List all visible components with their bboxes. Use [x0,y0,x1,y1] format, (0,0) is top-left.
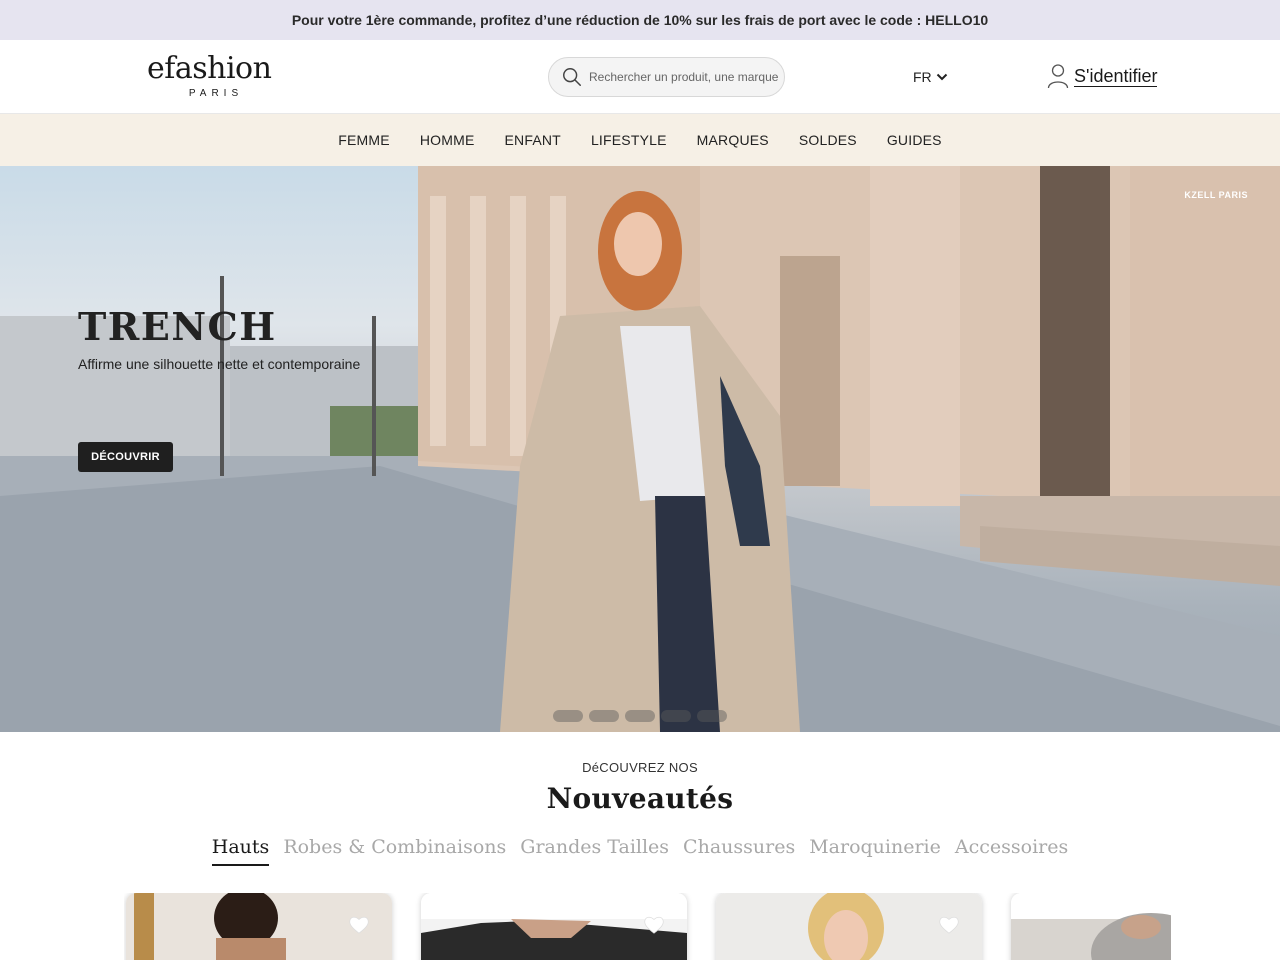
carousel-dot[interactable] [697,710,727,722]
carousel-dot[interactable] [661,710,691,722]
discover-button[interactable]: DÉCOUVRIR [78,442,173,472]
nav-item-femme[interactable]: FEMME [338,132,390,148]
product-card[interactable] [126,893,392,960]
carousel-dot[interactable] [589,710,619,722]
carousel-dots [553,710,733,722]
logo-subtitle: PARIS [188,88,244,99]
nav-item-guides[interactable]: GUIDES [887,132,942,148]
promo-text: Pour votre 1ère commande, profitez d’une… [291,12,989,28]
heart-icon[interactable] [643,915,665,935]
tab-grandes-tailles[interactable]: Grandes Tailles [520,836,669,866]
search-input[interactable] [589,70,779,84]
site-header: efashion PARIS FR S'identifier [0,40,1280,114]
product-card[interactable] [1011,893,1171,960]
tab-chaussures[interactable]: Chaussures [683,836,795,866]
nav-item-homme[interactable]: HOMME [420,132,475,148]
heart-icon[interactable] [938,915,960,935]
hero-image [0,166,1280,732]
chevron-down-icon [936,73,947,81]
nav-item-soldes[interactable]: SOLDES [799,132,857,148]
carousel-dot[interactable] [625,710,655,722]
product-image [1011,893,1171,960]
signin-label: S'identifier [1074,65,1158,87]
tab-hauts[interactable]: Hauts [211,836,270,866]
hero-title: TRENCH [78,304,277,349]
main-nav: FEMME HOMME ENFANT LIFESTYLE MARQUES SOL… [0,114,1280,166]
language-selector[interactable]: FR [913,67,948,87]
tab-robes-combinaisons[interactable]: Robes & Combinaisons [283,836,506,866]
signin-link[interactable]: S'identifier [1047,63,1158,89]
search-bar[interactable] [548,57,785,97]
search-icon[interactable] [561,66,583,88]
hero-banner[interactable]: KZELL PARIS TRENCH Affirme une silhouett… [0,166,1280,732]
category-tabs: Hauts Robes & Combinaisons Grandes Taill… [0,836,1280,866]
nav-item-marques[interactable]: MARQUES [697,132,769,148]
promo-banner: Pour votre 1ère commande, profitez d’une… [0,0,1280,40]
logo-wordmark: efashion [147,51,272,86]
tab-accessoires[interactable]: Accessoires [955,836,1068,866]
hero-brand-label: KZELL PARIS [1184,190,1248,200]
tab-maroquinerie[interactable]: Maroquinerie [809,836,941,866]
carousel-dot[interactable] [553,710,583,722]
language-label: FR [913,69,932,85]
user-icon [1047,64,1069,89]
site-logo[interactable]: efashion PARIS [147,52,279,102]
section-title: Nouveautés [546,782,734,815]
product-carousel [124,893,1171,960]
heart-icon[interactable] [348,915,370,935]
product-card[interactable] [716,893,982,960]
hero-subtitle: Affirme une silhouette nette et contempo… [78,356,361,372]
nav-item-enfant[interactable]: ENFANT [505,132,561,148]
nav-item-lifestyle[interactable]: LIFESTYLE [591,132,667,148]
product-card[interactable] [421,893,687,960]
section-kicker: DéCOUVREZ NOS [582,760,698,775]
